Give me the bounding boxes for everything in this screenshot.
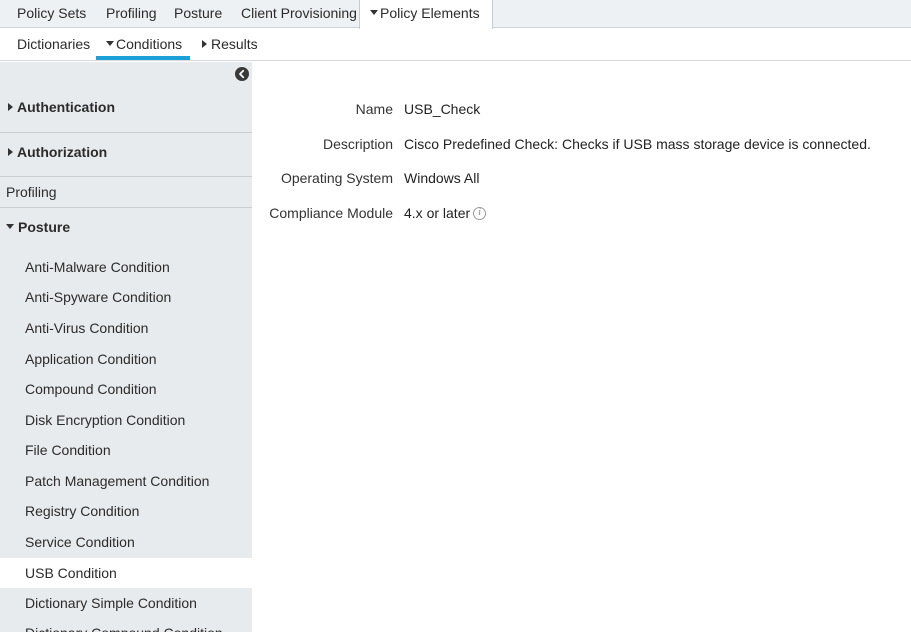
- sidebar-section-label: Authorization: [17, 144, 108, 160]
- sidebar-item-dictionary-compound[interactable]: Dictionary Compound Condition: [0, 618, 252, 632]
- sidebar-item-registry[interactable]: Registry Condition: [0, 496, 252, 526]
- compliance-module-value-wrap: 4.x or later i: [404, 205, 487, 221]
- sidebar-item-anti-malware[interactable]: Anti-Malware Condition: [0, 252, 252, 282]
- tab-policy-sets[interactable]: Policy Sets: [17, 0, 86, 28]
- tab-policy-elements-label: Policy Elements: [380, 5, 480, 21]
- description-row: Description Cisco Predefined Check: Chec…: [252, 136, 911, 156]
- sidebar: Authentication Authorization Profiling P…: [0, 62, 252, 632]
- sidebar-item-anti-spyware[interactable]: Anti-Spyware Condition: [0, 282, 252, 312]
- sidebar-section-label: Posture: [18, 219, 71, 235]
- caret-down-icon: [6, 223, 14, 229]
- info-icon[interactable]: i: [473, 206, 487, 220]
- sidebar-item-usb[interactable]: USB Condition: [0, 558, 252, 588]
- sidebar-section-posture[interactable]: Posture: [6, 219, 252, 235]
- caret-down-icon: [106, 40, 114, 46]
- operating-system-row: Operating System Windows All: [252, 170, 911, 190]
- caret-down-icon: [370, 9, 378, 15]
- name-row: Name USB_Check: [252, 101, 911, 121]
- sidebar-item-patch-management[interactable]: Patch Management Condition: [0, 466, 252, 496]
- description-label: Description: [322, 136, 393, 152]
- divider: [0, 132, 252, 133]
- operating-system-value: Windows All: [404, 170, 480, 186]
- tab-client-provisioning[interactable]: Client Provisioning: [241, 0, 357, 28]
- sidebar-item-dictionary-simple[interactable]: Dictionary Simple Condition: [0, 588, 252, 618]
- subtab-dictionaries[interactable]: Dictionaries: [17, 29, 90, 60]
- sidebar-item-anti-virus[interactable]: Anti-Virus Condition: [0, 313, 252, 343]
- caret-right-icon: [8, 103, 13, 112]
- caret-right-icon: [8, 148, 13, 157]
- chevron-left-icon: [239, 69, 245, 79]
- compliance-module-value: 4.x or later: [404, 205, 471, 221]
- sidebar-item-application[interactable]: Application Condition: [0, 344, 252, 374]
- sidebar-section-label: Authentication: [17, 99, 115, 115]
- sidebar-section-authorization[interactable]: Authorization: [8, 144, 252, 160]
- name-value: USB_Check: [404, 101, 481, 117]
- operating-system-label: Operating System: [280, 170, 393, 186]
- sidebar-section-profiling[interactable]: Profiling: [6, 184, 252, 200]
- condition-details: Name USB_Check Description Cisco Predefi…: [252, 62, 911, 632]
- subtab-results-label: Results: [211, 36, 258, 52]
- sidebar-item-compound[interactable]: Compound Condition: [0, 374, 252, 404]
- tab-posture[interactable]: Posture: [174, 0, 222, 28]
- caret-right-icon: [202, 40, 207, 49]
- sidebar-section-authentication[interactable]: Authentication: [8, 99, 252, 115]
- tab-profiling[interactable]: Profiling: [106, 0, 157, 28]
- subtab-conditions-label: Conditions: [116, 36, 183, 52]
- sidebar-item-file[interactable]: File Condition: [0, 435, 252, 465]
- sub-navigation: Dictionaries Conditions Results: [0, 29, 911, 61]
- description-value: Cisco Predefined Check: Checks if USB ma…: [404, 136, 871, 152]
- subtab-results[interactable]: Results: [202, 29, 258, 60]
- compliance-module-row: Compliance Module 4.x or later i: [252, 205, 911, 225]
- collapse-sidebar-button[interactable]: [235, 67, 249, 81]
- divider: [0, 207, 252, 208]
- top-navigation: Policy Sets Profiling Posture Client Pro…: [0, 0, 911, 29]
- sidebar-item-disk-encryption[interactable]: Disk Encryption Condition: [0, 405, 252, 435]
- sidebar-item-service[interactable]: Service Condition: [0, 527, 252, 557]
- subtab-conditions[interactable]: Conditions: [96, 29, 190, 60]
- name-label: Name: [355, 101, 393, 117]
- divider: [0, 176, 252, 177]
- compliance-module-label: Compliance Module: [269, 205, 393, 221]
- tab-policy-elements[interactable]: Policy Elements: [359, 0, 493, 29]
- sidebar-section-label: Profiling: [6, 184, 57, 200]
